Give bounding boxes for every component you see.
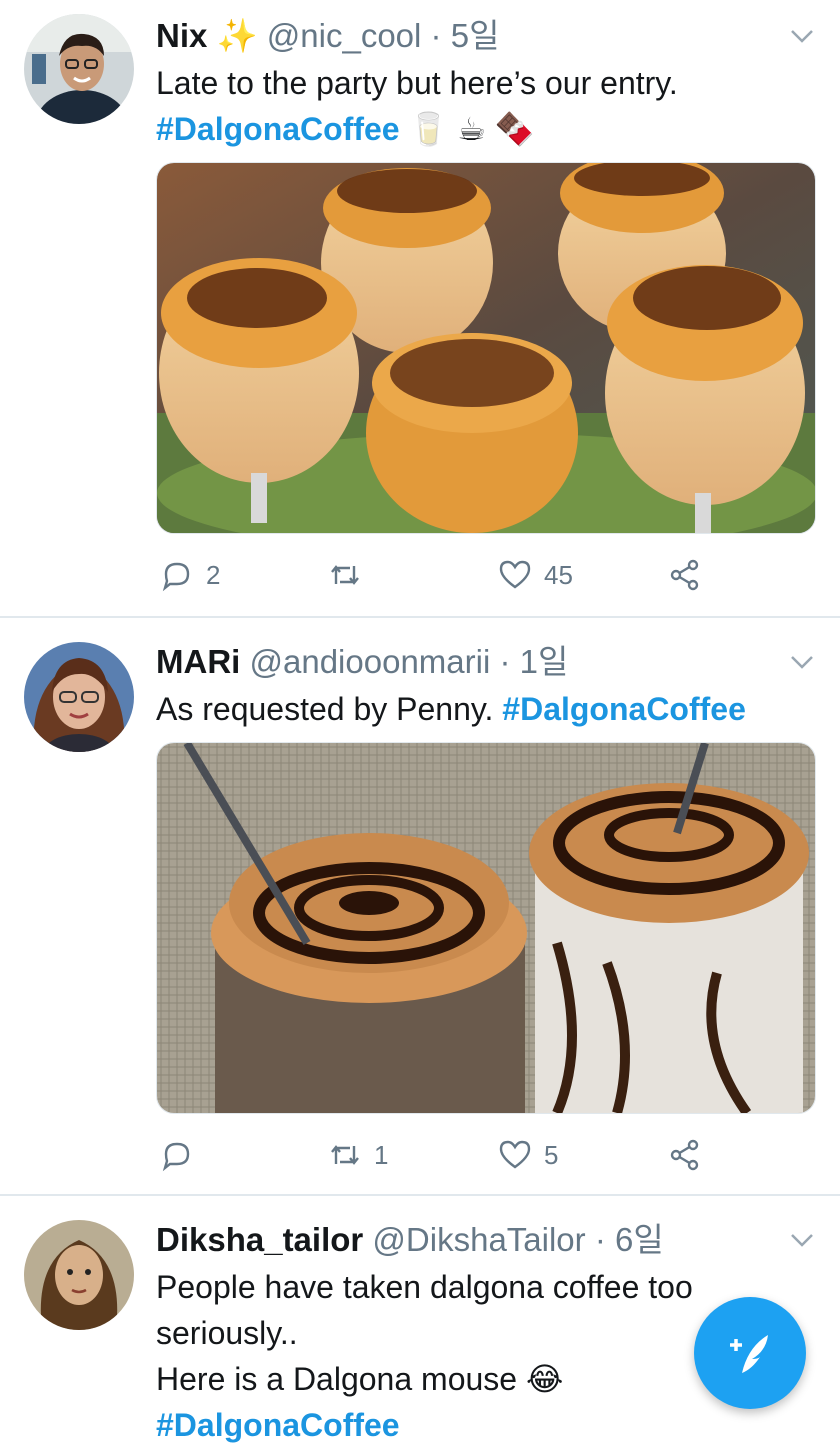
laughing-emoji: 😂 <box>525 1361 564 1397</box>
tweet-age[interactable]: 1일 <box>520 643 569 680</box>
coffee-emoji: ☕ <box>457 111 486 147</box>
avatar[interactable] <box>24 1220 134 1330</box>
compose-tweet-button[interactable] <box>694 1297 806 1409</box>
hashtag-link[interactable]: #DalgonaCoffee <box>502 691 746 727</box>
like-button[interactable]: 5 <box>498 1138 558 1172</box>
heart-icon <box>499 1140 531 1169</box>
heart-icon <box>499 560 531 589</box>
retweet-icon <box>331 565 359 585</box>
reply-button[interactable]: 2 <box>160 558 220 592</box>
tweet-header: MARi @andiooonmarii · 1일 <box>156 642 816 682</box>
tweet-body-line-2: Here is a Dalgona mouse <box>156 1361 518 1397</box>
tweet-body: As requested by Penny. <box>156 691 494 727</box>
tweet-actions: 1 5 <box>156 1124 816 1194</box>
author-handle[interactable]: @andiooonmarii <box>250 643 491 680</box>
chevron-down-icon[interactable] <box>788 648 816 676</box>
like-count: 5 <box>544 1139 559 1170</box>
hashtag-link[interactable]: #DalgonaCoffee <box>156 111 400 147</box>
tweet-2[interactable]: MARi @andiooonmarii · 1일 As requested by… <box>0 616 840 1194</box>
tweet-age[interactable]: 6일 <box>615 1221 664 1258</box>
author-name[interactable]: MARi <box>156 643 240 680</box>
hashtag-link[interactable]: #DalgonaCoffee <box>156 1402 766 1448</box>
separator-dot: · <box>594 1221 606 1258</box>
chocolate-emoji: 🍫 <box>494 111 535 147</box>
reply-button[interactable] <box>160 1138 206 1172</box>
separator-dot: · <box>430 17 442 54</box>
like-button[interactable]: 45 <box>498 558 573 592</box>
tweet-age[interactable]: 5일 <box>451 17 500 54</box>
author-name[interactable]: Nix <box>156 17 207 54</box>
share-button[interactable] <box>668 558 702 592</box>
author-handle[interactable]: @DikshaTailor <box>372 1221 585 1258</box>
share-button[interactable] <box>668 1138 702 1172</box>
retweet-button[interactable]: 1 <box>328 1138 388 1172</box>
compose-tweet-icon <box>730 1335 768 1373</box>
tweet-header: Diksha_tailor @DikshaTailor · 6일 <box>156 1220 816 1260</box>
tweet-text: As requested by Penny. #DalgonaCoffee <box>156 686 816 732</box>
retweet-button[interactable] <box>328 558 374 592</box>
tweet-text: People have taken dalgona coffee too ser… <box>156 1264 766 1448</box>
retweet-count: 1 <box>374 1139 389 1170</box>
like-count: 45 <box>544 559 573 590</box>
tweet-body: Late to the party but here’s our entry. <box>156 65 678 101</box>
retweet-icon <box>331 1145 359 1165</box>
tweet-body-line-1: People have taken dalgona coffee too ser… <box>156 1269 693 1351</box>
author-handle[interactable]: @nic_cool <box>267 17 422 54</box>
avatar[interactable] <box>24 14 134 124</box>
tweet-photo[interactable] <box>156 742 816 1114</box>
milk-emoji: 🥛 <box>408 111 449 147</box>
tweet-text: Late to the party but here’s our entry. … <box>156 60 816 152</box>
tweet-actions: 2 45 <box>156 544 816 614</box>
tweet-1[interactable]: Nix ✨ @nic_cool · 5일 Late to the party b… <box>0 0 840 616</box>
sparkles-emoji: ✨ <box>216 17 258 54</box>
share-icon <box>670 1139 699 1171</box>
reply-icon <box>162 1142 190 1172</box>
chevron-down-icon[interactable] <box>788 22 816 50</box>
reply-count: 2 <box>206 559 221 590</box>
separator-dot: · <box>499 643 511 680</box>
tweet-photo[interactable] <box>156 162 816 534</box>
author-name[interactable]: Diksha_tailor <box>156 1221 363 1258</box>
tweet-header: Nix ✨ @nic_cool · 5일 <box>156 16 816 56</box>
avatar[interactable] <box>24 642 134 752</box>
reply-icon <box>162 562 190 592</box>
chevron-down-icon[interactable] <box>788 1226 816 1254</box>
share-icon <box>670 559 699 591</box>
